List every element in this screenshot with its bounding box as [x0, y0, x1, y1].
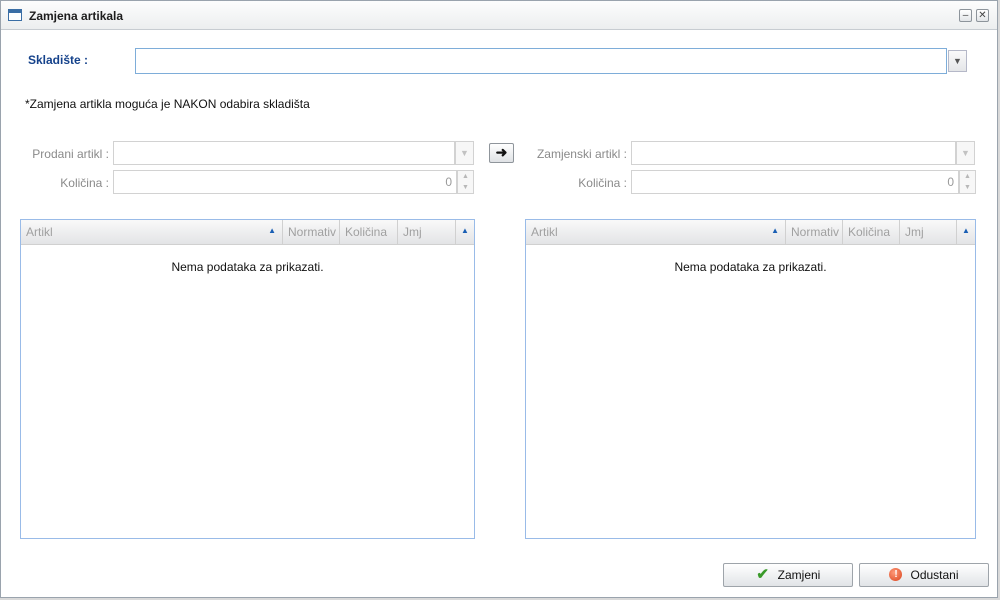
scroll-up-icon[interactable]: ▲ [456, 220, 474, 244]
column-header-quantity[interactable]: Količina [843, 220, 900, 244]
stop-icon: ! [889, 568, 903, 582]
sold-quantity-label: Količina : [60, 176, 109, 190]
instruction-note: *Zamjena artikla moguća je NAKON odabira… [25, 97, 310, 111]
warehouse-combobox[interactable] [135, 48, 947, 74]
sold-article-combobox[interactable] [113, 141, 455, 165]
cancel-button[interactable]: ! Odustani [859, 563, 989, 587]
replacement-quantity-field[interactable]: 0 [631, 170, 959, 194]
check-icon: ✔ [756, 565, 769, 583]
warehouse-input[interactable] [136, 49, 946, 73]
scroll-up-icon[interactable]: ▲ [957, 220, 975, 244]
sort-asc-icon: ▲ [771, 226, 779, 235]
replacement-quantity-label: Količina : [578, 176, 627, 190]
column-header-article[interactable]: Artikl ▲ [21, 220, 283, 244]
sold-articles-grid[interactable]: Artikl ▲ Normativ Količina Jmj ▲ Nema po… [20, 219, 475, 539]
replacement-quantity-spinner[interactable]: ▲ ▼ [959, 170, 976, 194]
transfer-button[interactable]: ➜ [489, 143, 514, 163]
sold-quantity-field[interactable]: 0 [113, 170, 457, 194]
grid-header: Artikl ▲ Normativ Količina Jmj ▲ [526, 220, 975, 245]
column-header-unit[interactable]: Jmj [398, 220, 456, 244]
replacement-article-dropdown-trigger[interactable]: ▼ [956, 141, 975, 165]
replacement-articles-grid[interactable]: Artikl ▲ Normativ Količina Jmj ▲ Nema po… [525, 219, 976, 539]
column-header-article[interactable]: Artikl ▲ [526, 220, 786, 244]
empty-grid-message: Nema podataka za prikazati. [674, 260, 827, 274]
minimize-button[interactable]: – [959, 9, 972, 22]
sold-article-label: Prodani artikl : [32, 147, 109, 161]
titlebar: Zamjena artikala – ✕ [1, 1, 997, 30]
grid-header: Artikl ▲ Normativ Količina Jmj ▲ [21, 220, 474, 245]
sold-article-dropdown-trigger[interactable]: ▼ [455, 141, 474, 165]
spin-up-icon[interactable]: ▲ [960, 171, 975, 182]
spin-down-icon[interactable]: ▼ [458, 182, 473, 193]
column-header-quantity[interactable]: Količina [340, 220, 398, 244]
replacement-article-label: Zamjenski artikl : [536, 147, 627, 161]
spin-up-icon[interactable]: ▲ [458, 171, 473, 182]
spin-down-icon[interactable]: ▼ [960, 182, 975, 193]
window-icon [8, 9, 22, 21]
confirm-button[interactable]: ✔ Zamjeni [723, 563, 853, 587]
sold-quantity-spinner[interactable]: ▲ ▼ [457, 170, 474, 194]
arrow-right-icon: ➜ [495, 144, 508, 160]
replacement-article-combobox[interactable] [631, 141, 956, 165]
window-title: Zamjena artikala [29, 9, 124, 23]
replace-articles-dialog: Zamjena artikala – ✕ Skladište : ▼ *Zamj… [0, 0, 998, 598]
warehouse-label: Skladište : [28, 53, 89, 67]
warehouse-dropdown-trigger[interactable]: ▼ [948, 50, 967, 72]
column-header-norm[interactable]: Normativ [283, 220, 340, 244]
column-header-unit[interactable]: Jmj [900, 220, 957, 244]
close-button[interactable]: ✕ [976, 9, 989, 22]
column-header-norm[interactable]: Normativ [786, 220, 843, 244]
empty-grid-message: Nema podataka za prikazati. [171, 260, 324, 274]
sort-asc-icon: ▲ [268, 226, 276, 235]
